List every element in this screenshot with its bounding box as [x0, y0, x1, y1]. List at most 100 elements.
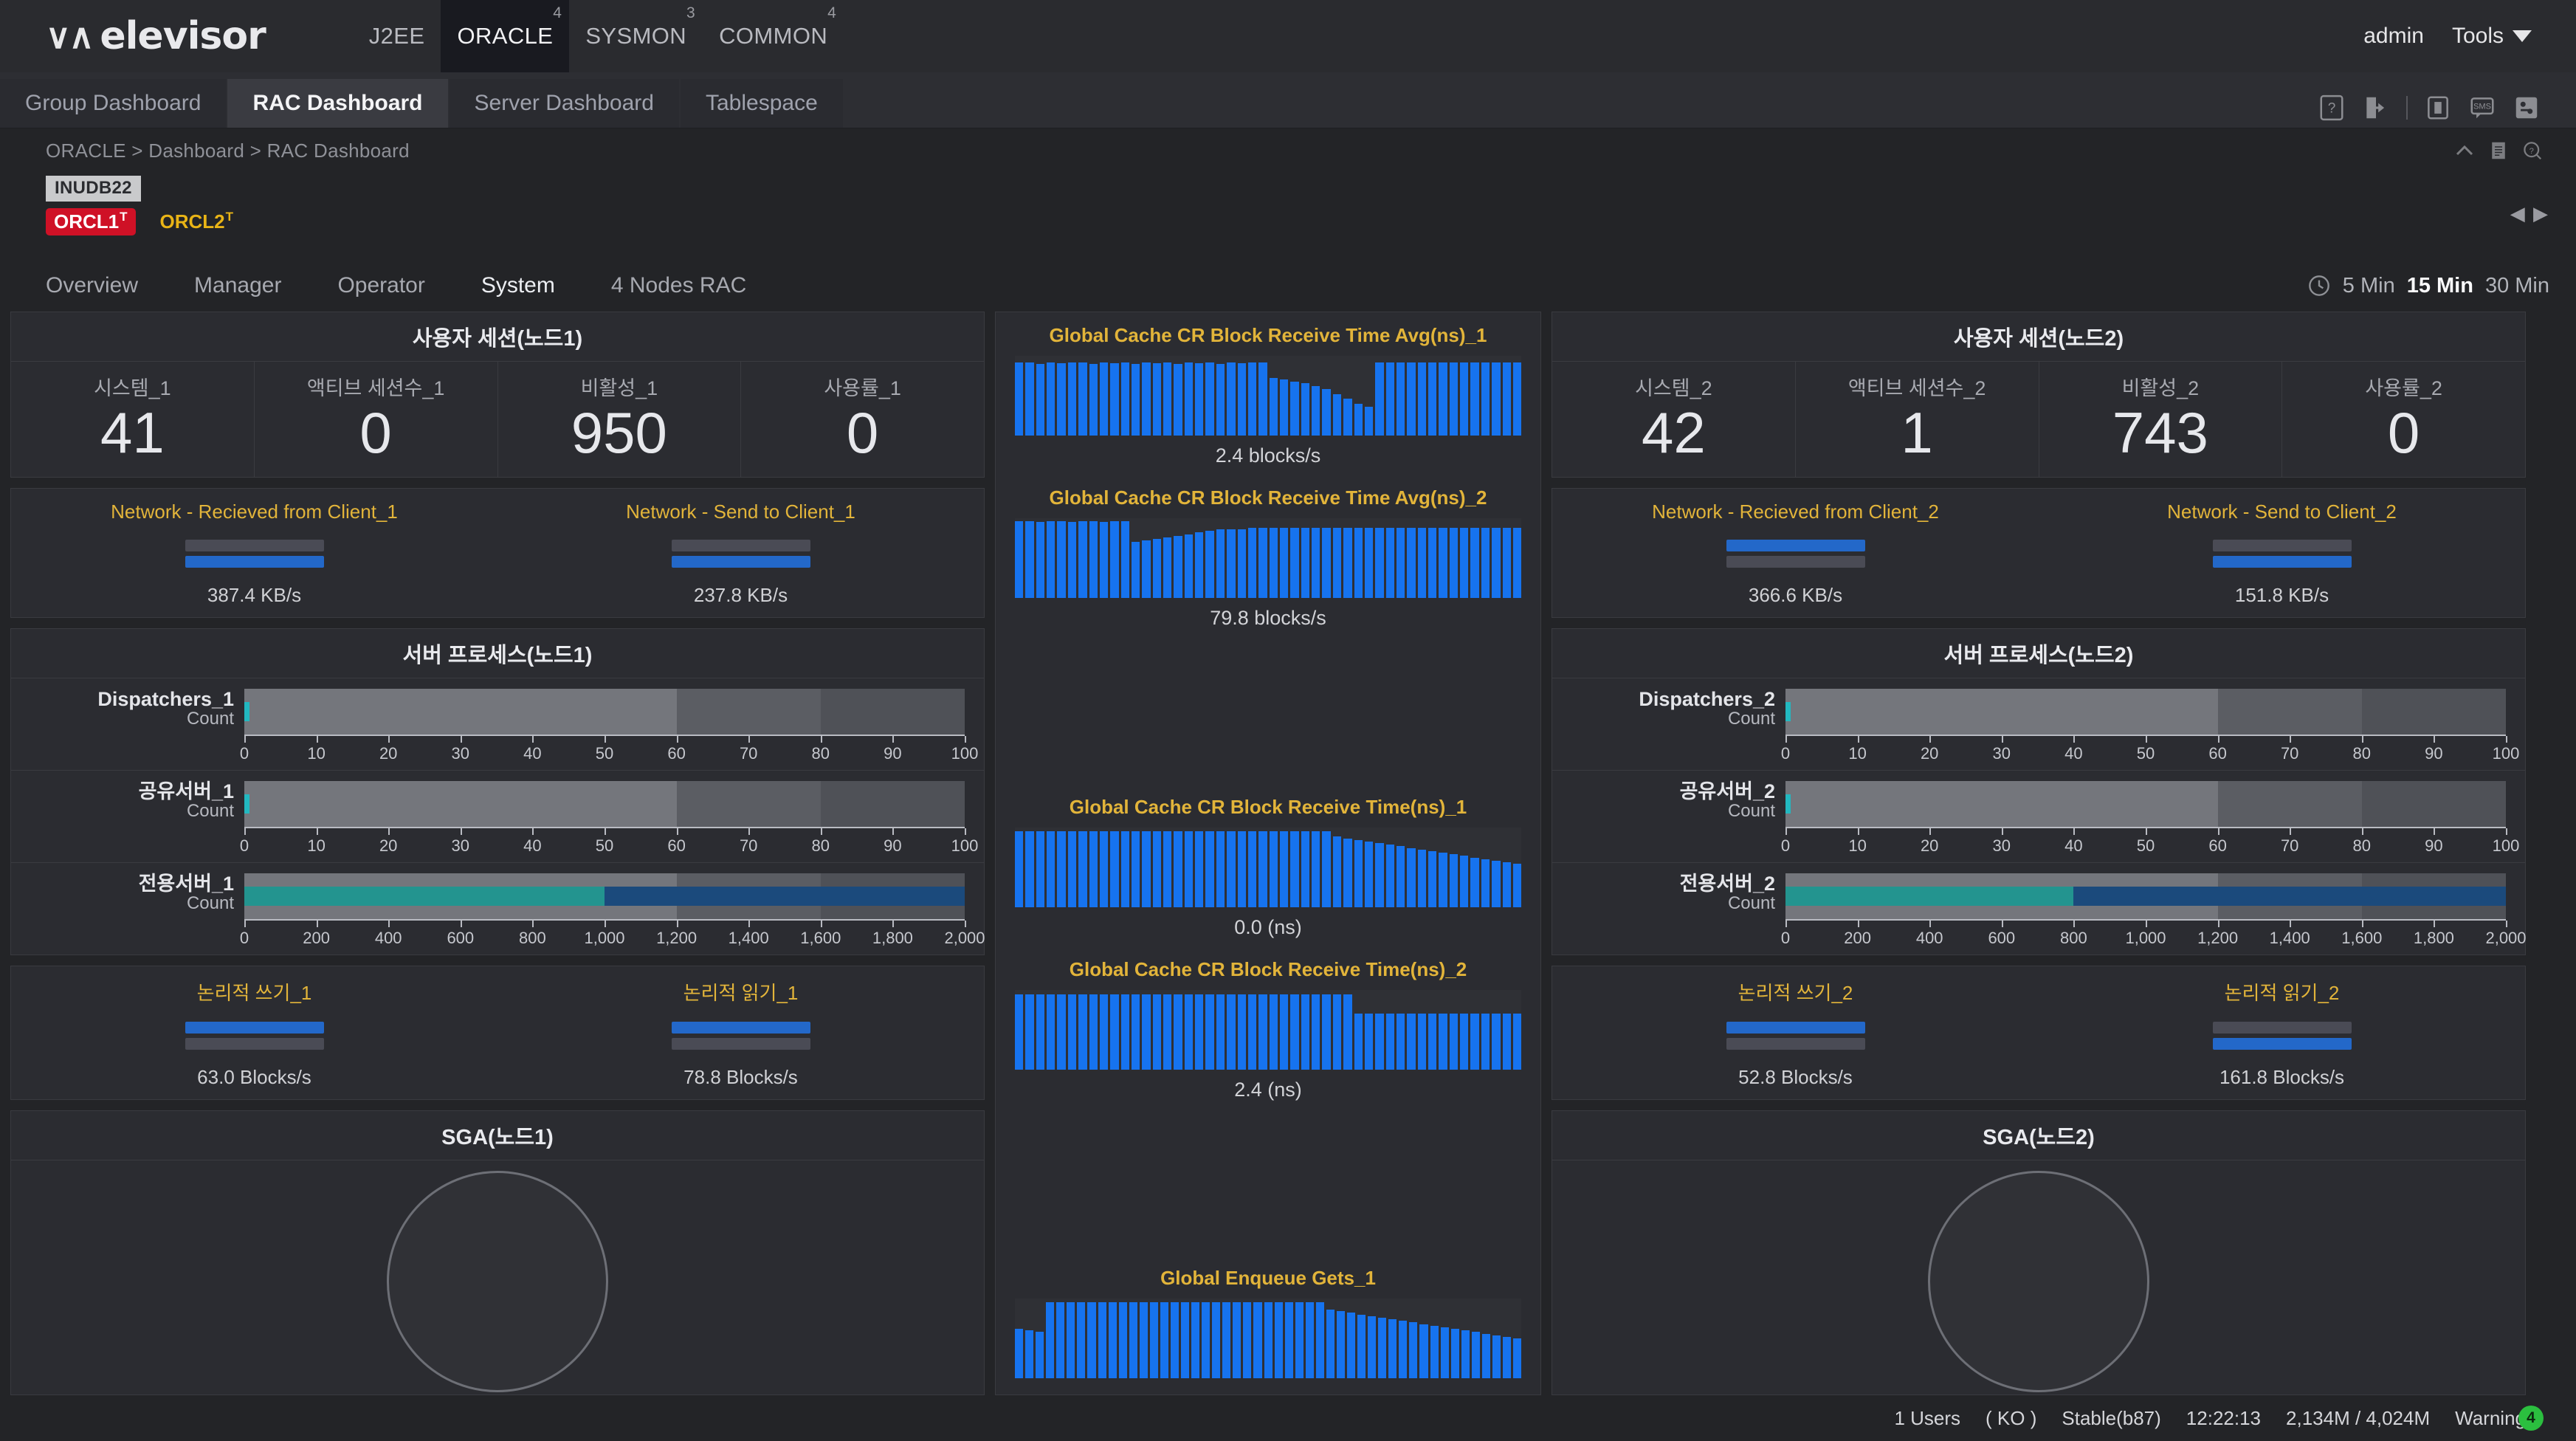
chart-bar — [1222, 1302, 1231, 1378]
node2-network-received[interactable]: Network - Recieved from Client_2 366.6 K… — [1552, 501, 2039, 607]
process-row[interactable]: Dispatchers_1 Count 0 10 20 30 40 50 60 70 80 90 1… — [11, 678, 984, 771]
time-range-30min[interactable]: 30 Min — [2485, 274, 2549, 298]
tools-menu-button[interactable]: Tools — [2452, 24, 2532, 49]
tab-tablespace[interactable]: Tablespace — [680, 79, 843, 128]
chart-gc-cr-time-1[interactable]: Global Cache CR Block Receive Time(ns)_1… — [996, 784, 1540, 946]
node1-network-received[interactable]: Network - Recieved from Client_1 387.4 K… — [11, 501, 497, 607]
axis-tick — [605, 828, 606, 835]
node2-metric-usage-rate[interactable]: 사용률_2 0 — [2282, 362, 2525, 477]
chart-bar — [1067, 830, 1077, 907]
help-icon[interactable]: ? — [2318, 94, 2346, 122]
process-axis: 0 200 400 600 800 1,000 1,200 1,400 1,600 1,800 2,… — [240, 918, 985, 950]
node1-metric-usage-rate[interactable]: 사용률_1 0 — [741, 362, 984, 477]
process-row[interactable]: Dispatchers_2 Count 0 10 20 30 40 50 60 70 80 90 1… — [1552, 678, 2525, 771]
node2-metric-system[interactable]: 시스템_2 42 — [1552, 362, 1796, 477]
document-icon[interactable] — [2487, 140, 2510, 162]
metric-label: 액티브 세션수_2 — [1847, 377, 1986, 399]
subnav-item-manager[interactable]: Manager — [194, 273, 281, 298]
instance-orcl2[interactable]: ORCL2 T — [152, 208, 242, 235]
collapse-up-icon[interactable] — [2453, 140, 2476, 162]
axis-tick-label: 60 — [667, 836, 686, 855]
process-row[interactable]: 공유서버_1 Count 0 10 20 30 40 50 60 70 80 90 100 — [11, 771, 984, 863]
search-help-icon[interactable]: ? — [2521, 140, 2544, 162]
chart-gc-cr-time-2[interactable]: Global Cache CR Block Receive Time(ns)_2… — [996, 946, 1540, 1109]
process-unit: Count — [186, 709, 234, 729]
bar-blue — [2212, 555, 2352, 568]
axis-tick-label: 30 — [1992, 836, 2011, 855]
chart-gc-cr-avg-1[interactable]: Global Cache CR Block Receive Time Avg(n… — [996, 312, 1540, 475]
tab-server-dashboard[interactable]: Server Dashboard — [449, 79, 679, 128]
time-range-15min[interactable]: 15 Min — [2407, 274, 2473, 298]
axis-tick — [676, 920, 678, 927]
node1-metric-system[interactable]: 시스템_1 41 — [11, 362, 255, 477]
network-sent-value: 151.8 KB/s — [2234, 583, 2329, 606]
bar-blue — [1726, 1021, 1865, 1034]
db-tag[interactable]: INUDB22 — [46, 176, 141, 202]
node2-logical-write[interactable]: 논리적 쓰기_2 52.8 Blocks/s — [1552, 978, 2039, 1089]
chart-gc-cr-avg-2[interactable]: Global Cache CR Block Receive Time Avg(n… — [996, 475, 1540, 637]
instance-orcl1[interactable]: ORCL1 T — [46, 208, 136, 235]
node2-metric-active-sessions[interactable]: 액티브 세션수_2 1 — [1796, 362, 2039, 477]
subnav-item-4-nodes-rac[interactable]: 4 Nodes RAC — [611, 273, 746, 298]
chart-bar — [1056, 1302, 1065, 1378]
node1-network-sent[interactable]: Network - Send to Client_1 237.8 KB/s — [497, 501, 984, 607]
chart-bar — [1047, 830, 1055, 907]
bar-grey — [671, 1037, 810, 1050]
clock-icon — [2308, 275, 2329, 296]
chart-bar — [1322, 830, 1331, 907]
chart-bar — [1460, 1013, 1469, 1070]
module-tab-common[interactable]: COMMON 4 — [703, 0, 844, 72]
process-name: 공유서버_2 — [1679, 780, 1775, 802]
logout-icon[interactable] — [2362, 94, 2390, 122]
tab-rac-dashboard[interactable]: RAC Dashboard — [227, 79, 448, 128]
chart-bar — [1428, 850, 1437, 907]
chart-bar — [1036, 830, 1045, 907]
clipboard-icon[interactable] — [2424, 94, 2452, 122]
node1-metric-inactive[interactable]: 비활성_1 950 — [498, 362, 742, 477]
axis-tick-label: 30 — [451, 836, 470, 855]
chart-bar — [1417, 362, 1427, 436]
global-cache-column: Global Cache CR Block Receive Time Avg(n… — [995, 312, 1541, 1395]
process-row[interactable]: 전용서버_2 Count 0 200 400 600 800 1,000 1,200 1,40… — [1552, 863, 2527, 955]
metric-label: 비활성_2 — [2121, 377, 2200, 399]
rac-dashboard-app: ∨∧ elevisor J2EE ORACLE 4 SYSMON 3 COMMO… — [0, 0, 2576, 1441]
instance-selector-row: INUDB22 ORCL1 T ORCL2 T ◀ ▶ — [0, 173, 2576, 260]
axis-tick — [1785, 735, 1787, 743]
subnav-item-operator[interactable]: Operator — [337, 273, 424, 298]
chart-bar — [1174, 363, 1182, 436]
node1-metric-active-sessions[interactable]: 액티브 세션수_1 0 — [255, 362, 498, 477]
node1-logical-read[interactable]: 논리적 읽기_1 78.8 Blocks/s — [497, 978, 984, 1089]
chart-bar — [1152, 362, 1162, 436]
status-warning[interactable]: Warning 4 — [2455, 1406, 2544, 1431]
chart-bar — [1237, 994, 1246, 1070]
axis-tick — [2146, 920, 2147, 927]
node2-network-sent[interactable]: Network - Send to Client_2 151.8 KB/s — [2039, 501, 2525, 607]
share-nodes-icon[interactable] — [2513, 94, 2541, 122]
process-row[interactable]: 공유서버_2 Count 0 10 20 30 40 50 60 70 80 90 100 — [1552, 771, 2525, 863]
chart-bar — [1181, 1302, 1190, 1378]
icon-divider — [2406, 96, 2408, 120]
time-range-5min[interactable]: 5 Min — [2343, 274, 2395, 298]
chart-global-enqueue-gets-1[interactable]: Global Enqueue Gets_1 — [996, 1255, 1540, 1394]
chart-bar — [1450, 1329, 1459, 1378]
module-tab-oracle[interactable]: ORACLE 4 — [441, 0, 570, 72]
subnav-item-overview[interactable]: Overview — [46, 273, 138, 298]
node1-logical-write[interactable]: 논리적 쓰기_1 63.0 Blocks/s — [11, 978, 497, 1089]
process-track — [1785, 873, 2506, 919]
module-tab-sysmon[interactable]: SYSMON 3 — [569, 0, 703, 72]
metric-value: 0 — [2387, 400, 2420, 465]
tab-group-dashboard[interactable]: Group Dashboard — [0, 79, 227, 128]
node2-metric-inactive[interactable]: 비활성_2 743 — [2039, 362, 2283, 477]
node2-session-panel: 사용자 세션(노드2) 시스템_2 42 액티브 세션수_2 1 비활성_2 7… — [1552, 312, 2526, 478]
chart-bar — [1077, 1302, 1086, 1378]
instance-pager-arrows[interactable]: ◀ ▶ — [2510, 202, 2549, 225]
subnav-item-system[interactable]: System — [481, 273, 555, 298]
chart-bar — [1184, 994, 1194, 1070]
module-tab-j2ee[interactable]: J2EE — [353, 0, 441, 72]
node2-logical-read[interactable]: 논리적 읽기_2 161.8 Blocks/s — [2039, 978, 2525, 1089]
process-row[interactable]: 전용서버_1 Count 0 200 400 600 800 1,000 1,200 1,40… — [11, 863, 985, 955]
sms-icon[interactable]: SMS — [2468, 94, 2496, 122]
chart-title: Global Cache CR Block Receive Time Avg(n… — [1049, 486, 1487, 509]
chart-bar — [1279, 994, 1289, 1070]
node2-logical-panel: 논리적 쓰기_2 52.8 Blocks/s 논리적 읽기_2 161.8 Bl… — [1552, 965, 2526, 1100]
